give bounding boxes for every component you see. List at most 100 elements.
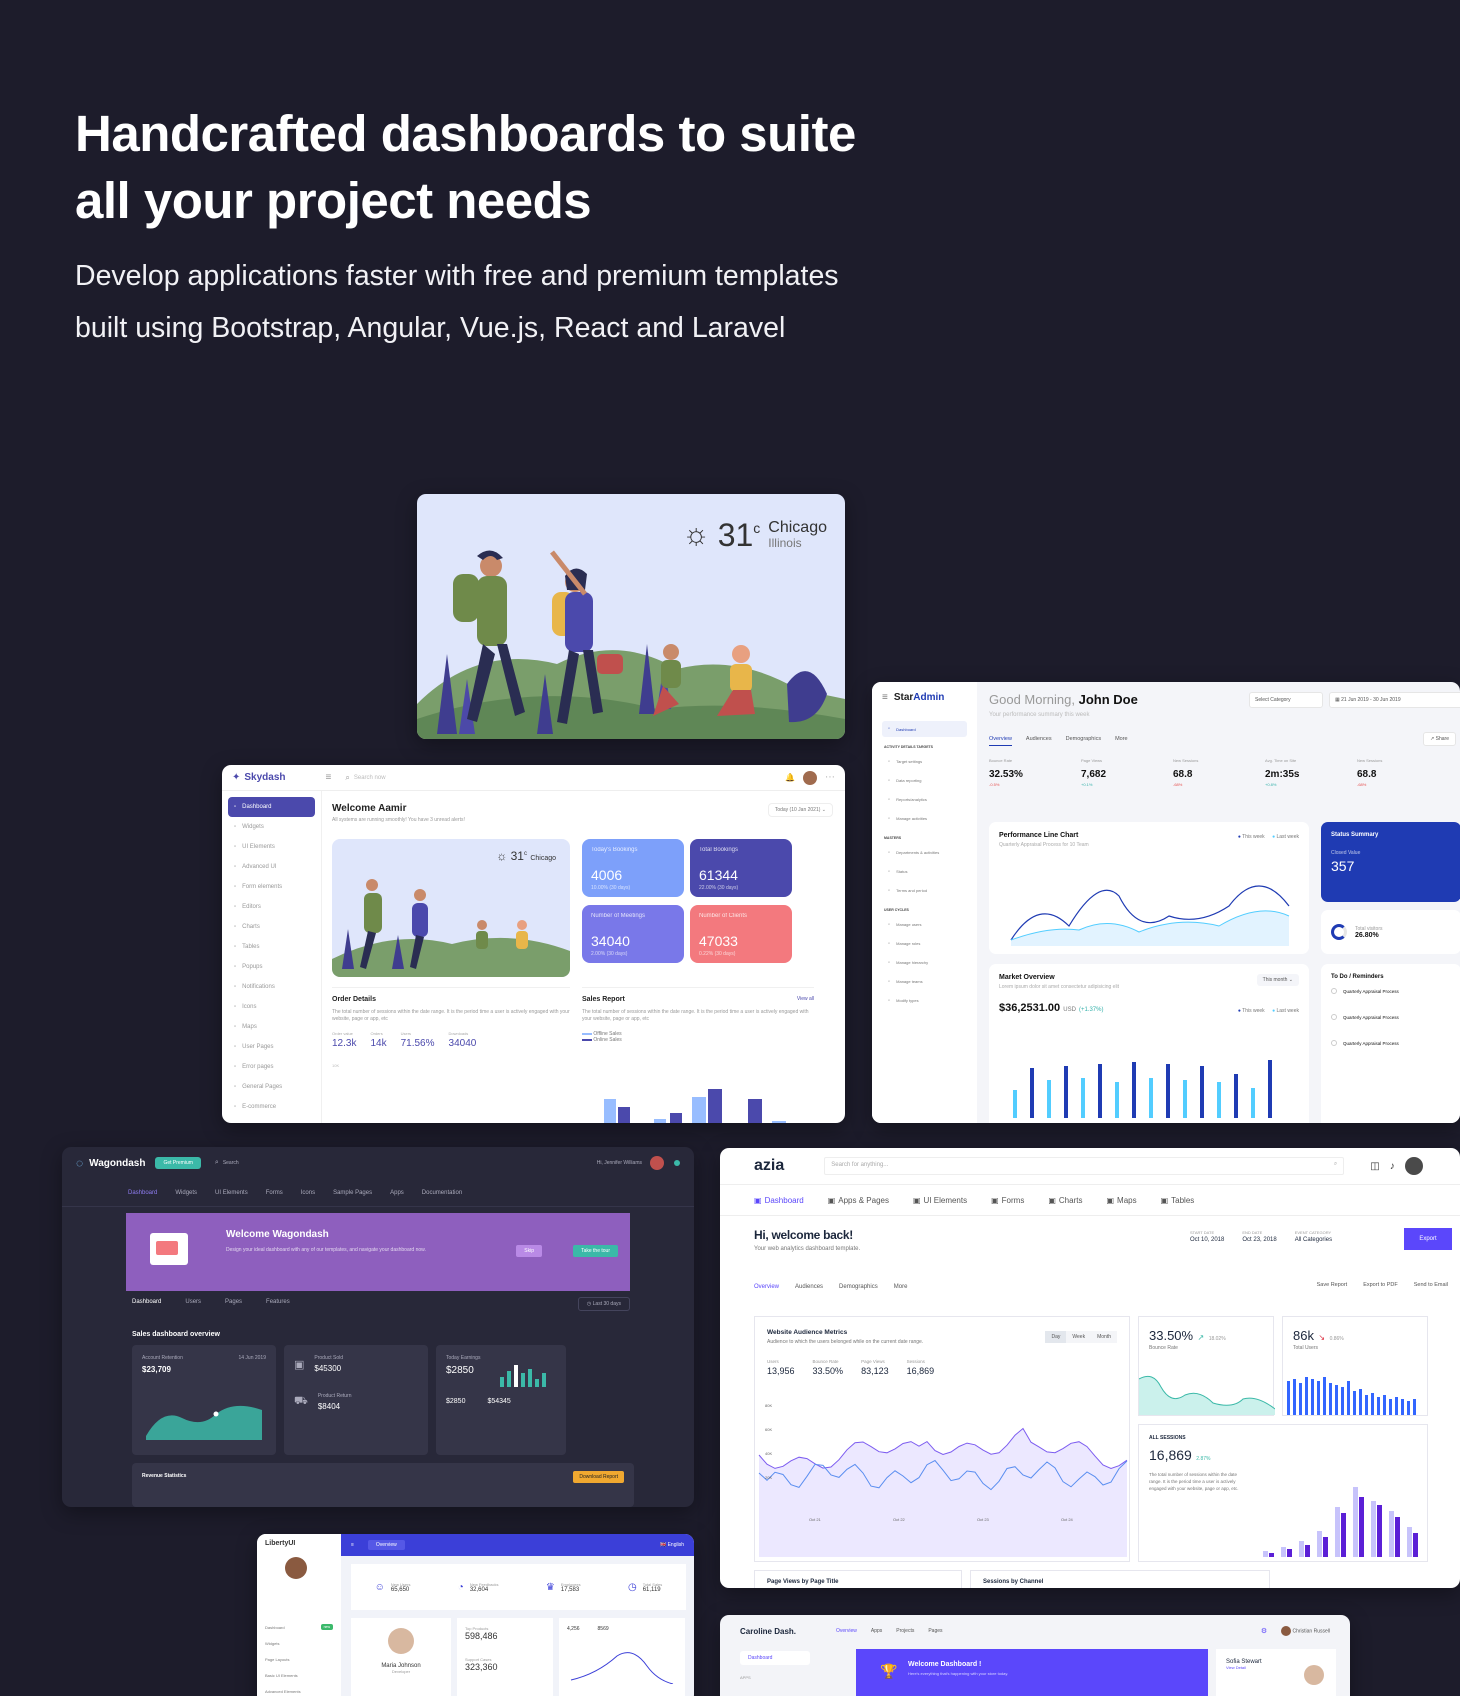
nav-item[interactable]: Sample Pages — [333, 1190, 372, 1196]
premium-pill[interactable]: Get Premium — [155, 1157, 201, 1169]
nav-item[interactable]: ▣ Charts — [1048, 1196, 1082, 1205]
filter-select[interactable]: ◷ Last 30 days — [577, 1297, 630, 1311]
search-icon[interactable]: ⌕ — [345, 773, 349, 783]
nav-item[interactable]: Widgets — [175, 1190, 197, 1196]
sidebar-item[interactable]: ◦ Manage hierarchy — [882, 953, 967, 972]
sidebar-item[interactable]: ◦ Terms and period — [882, 881, 967, 900]
sidebar-item[interactable]: ▫ Dashboard — [228, 797, 315, 817]
period-tab[interactable]: Week — [1066, 1331, 1092, 1343]
staradmin-dashboard-card[interactable]: ≡ StarAdmin ◦ Dashboard ACTIVITY DETAILS TA… — [872, 682, 1460, 1123]
nav-item[interactable]: Apps — [871, 1628, 882, 1634]
todo-item[interactable]: Quarterly Appraisal Process — [1331, 1040, 1451, 1046]
checkbox[interactable] — [1331, 1014, 1337, 1020]
tab[interactable]: Demographics — [1066, 736, 1101, 746]
tab[interactable]: Demographics — [839, 1284, 878, 1290]
sidebar-item[interactable]: ▫ Advanced UI — [228, 857, 315, 877]
sidebar-item[interactable]: ◦ Manage users — [882, 915, 967, 934]
sidebar-item[interactable]: ◦ Departments & activities — [882, 843, 967, 862]
todo-item[interactable]: Quarterly Appraisal Process — [1331, 1014, 1451, 1020]
sidebar-item[interactable]: ◦ Modify types — [882, 991, 967, 1010]
nav-item[interactable]: Icons — [301, 1190, 315, 1196]
take-tour-button[interactable]: Take the tour — [573, 1245, 618, 1257]
azia-dashboard-card[interactable]: azia Search for anything... ⌕ ◫ ♪ ▣ Dashb… — [720, 1148, 1460, 1588]
nav-item[interactable]: Dashboard — [128, 1190, 157, 1196]
action-link[interactable]: Export to PDF — [1363, 1282, 1398, 1288]
sidebar-item[interactable]: ◦ Status — [882, 862, 967, 881]
nav-item[interactable]: Forms — [266, 1190, 283, 1196]
nav-item[interactable]: ▣ Tables — [1161, 1196, 1195, 1205]
user-menu[interactable]: Christian Russell — [1281, 1626, 1330, 1636]
sales-view-all-link[interactable]: View all — [797, 996, 814, 1003]
checkbox[interactable] — [1331, 1040, 1337, 1046]
bell-icon[interactable]: 🔔 — [785, 773, 795, 782]
sidebar-item[interactable]: ▫ Charts — [228, 917, 315, 937]
stat-tile[interactable]: Number of Clients 47033 0.22% (30 days) — [690, 905, 792, 963]
skydash-search[interactable]: Search now — [354, 775, 386, 781]
stat-tile[interactable]: Total Bookings 61344 22.00% (30 days) — [690, 839, 792, 897]
nav-item[interactable]: UI Elements — [215, 1190, 248, 1196]
sidebar-item[interactable]: ▫ Tables — [228, 937, 315, 957]
avatar[interactable] — [803, 770, 817, 785]
settings-icon[interactable]: ⚙ — [1261, 1627, 1267, 1635]
sidebar-item[interactable]: ◦ Manage activities — [882, 809, 967, 828]
tab[interactable]: More — [1115, 736, 1128, 746]
sidebar-item[interactable]: ▫ Icons — [228, 997, 315, 1017]
tab[interactable]: Audiences — [1026, 736, 1052, 746]
wagondash-dashboard-card[interactable]: ◌ Wagondash Get Premium ⌕ Search Hi, Jen… — [62, 1147, 694, 1507]
tab[interactable]: Users — [185, 1299, 201, 1305]
date-picker[interactable]: ▦ 21 Jun 2019 - 30 Jun 2019 — [1329, 692, 1460, 708]
nav-item[interactable]: ▣ Apps & Pages — [828, 1196, 889, 1205]
bell-icon[interactable]: ♪ — [1390, 1161, 1395, 1172]
sidebar-item-dashboard[interactable]: Dashboard — [740, 1651, 810, 1665]
action-link[interactable]: Send to Email — [1414, 1282, 1448, 1288]
language-select[interactable]: 🇬🇧 English — [660, 1542, 684, 1548]
tab[interactable]: Dashboard — [132, 1299, 161, 1305]
category-select[interactable]: Select Category — [1249, 692, 1323, 708]
menu-icon[interactable]: ≡ — [882, 692, 888, 703]
sidebar-item[interactable]: ▫ Form elements — [228, 877, 315, 897]
chat-icon[interactable]: ◫ — [1370, 1161, 1379, 1172]
sidebar-item[interactable]: ◦ Dashboard — [882, 721, 967, 737]
sidebar-item[interactable]: Widgets — [265, 1635, 333, 1651]
libertyui-dashboard-card[interactable]: LibertyUI Dashboard new Widgets Page Layout… — [257, 1534, 694, 1696]
nav-item[interactable]: Pages — [928, 1628, 942, 1634]
sidebar-item[interactable]: ▫ Widgets — [228, 817, 315, 837]
caroline-dashboard-card[interactable]: Caroline Dash. Overview Apps Projects Pages… — [720, 1615, 1350, 1696]
tab[interactable]: More — [894, 1284, 908, 1290]
period-tab[interactable]: Day — [1045, 1331, 1067, 1343]
stat-tile[interactable]: Today's Bookings 4006 10.00% (30 days) — [582, 839, 684, 897]
sidebar-item[interactable]: ▫ User Pages — [228, 1037, 315, 1057]
action-link[interactable]: Save Report — [1317, 1282, 1348, 1288]
azia-search[interactable]: Search for anything... ⌕ — [824, 1157, 1345, 1175]
sidebar-item[interactable]: ◦ Reports/analytics — [882, 790, 967, 809]
sidebar-item[interactable]: ▫ E-commerce — [228, 1097, 315, 1117]
period-tab[interactable]: Month — [1091, 1331, 1117, 1343]
sidebar-item[interactable]: Basic UI Elements — [265, 1667, 333, 1683]
share-button[interactable]: ↗ Share — [1423, 732, 1456, 746]
export-button[interactable]: Export — [1404, 1228, 1452, 1250]
nav-item[interactable]: ▣ Forms — [991, 1196, 1024, 1205]
sidebar-item[interactable]: ▫ General Pages — [228, 1077, 315, 1097]
sidebar-item[interactable]: ◦ Data reporting — [882, 771, 967, 790]
overview-tab[interactable]: Overview — [367, 1540, 405, 1550]
sidebar-item[interactable]: ◦ Target settings — [882, 752, 967, 771]
nav-item[interactable]: ▣ Dashboard — [754, 1196, 804, 1205]
menu-icon[interactable]: ≡ — [326, 772, 332, 783]
sidebar-item[interactable]: Page Layouts — [265, 1651, 333, 1667]
sidebar-item[interactable]: ▫ UI Elements — [228, 837, 315, 857]
sidebar-item[interactable]: Dashboard new — [265, 1619, 333, 1635]
todo-item[interactable]: Quarterly Appraisal Process — [1331, 988, 1451, 994]
date-range-select[interactable]: Today (10 Jan 2021) ⌄ — [767, 803, 833, 817]
sidebar-item[interactable]: ◦ Manage teams — [882, 972, 967, 991]
nav-item[interactable]: Documentation — [422, 1190, 462, 1196]
tab[interactable]: Pages — [225, 1299, 242, 1305]
market-select[interactable]: This month ⌄ — [1256, 974, 1299, 986]
nav-item[interactable]: ▣ Maps — [1106, 1196, 1136, 1205]
wagondash-search[interactable]: Search — [223, 1160, 239, 1166]
nav-item[interactable]: Projects — [896, 1628, 914, 1634]
nav-item[interactable]: ▣ UI Elements — [913, 1196, 967, 1205]
avatar[interactable] — [650, 1156, 664, 1170]
tab[interactable]: Overview — [989, 736, 1012, 746]
stat-tile[interactable]: Number of Meetings 34040 2.00% (30 days) — [582, 905, 684, 963]
hiking-illustration-card[interactable]: ☼ 31 c Chicago Illinois — [417, 494, 845, 739]
